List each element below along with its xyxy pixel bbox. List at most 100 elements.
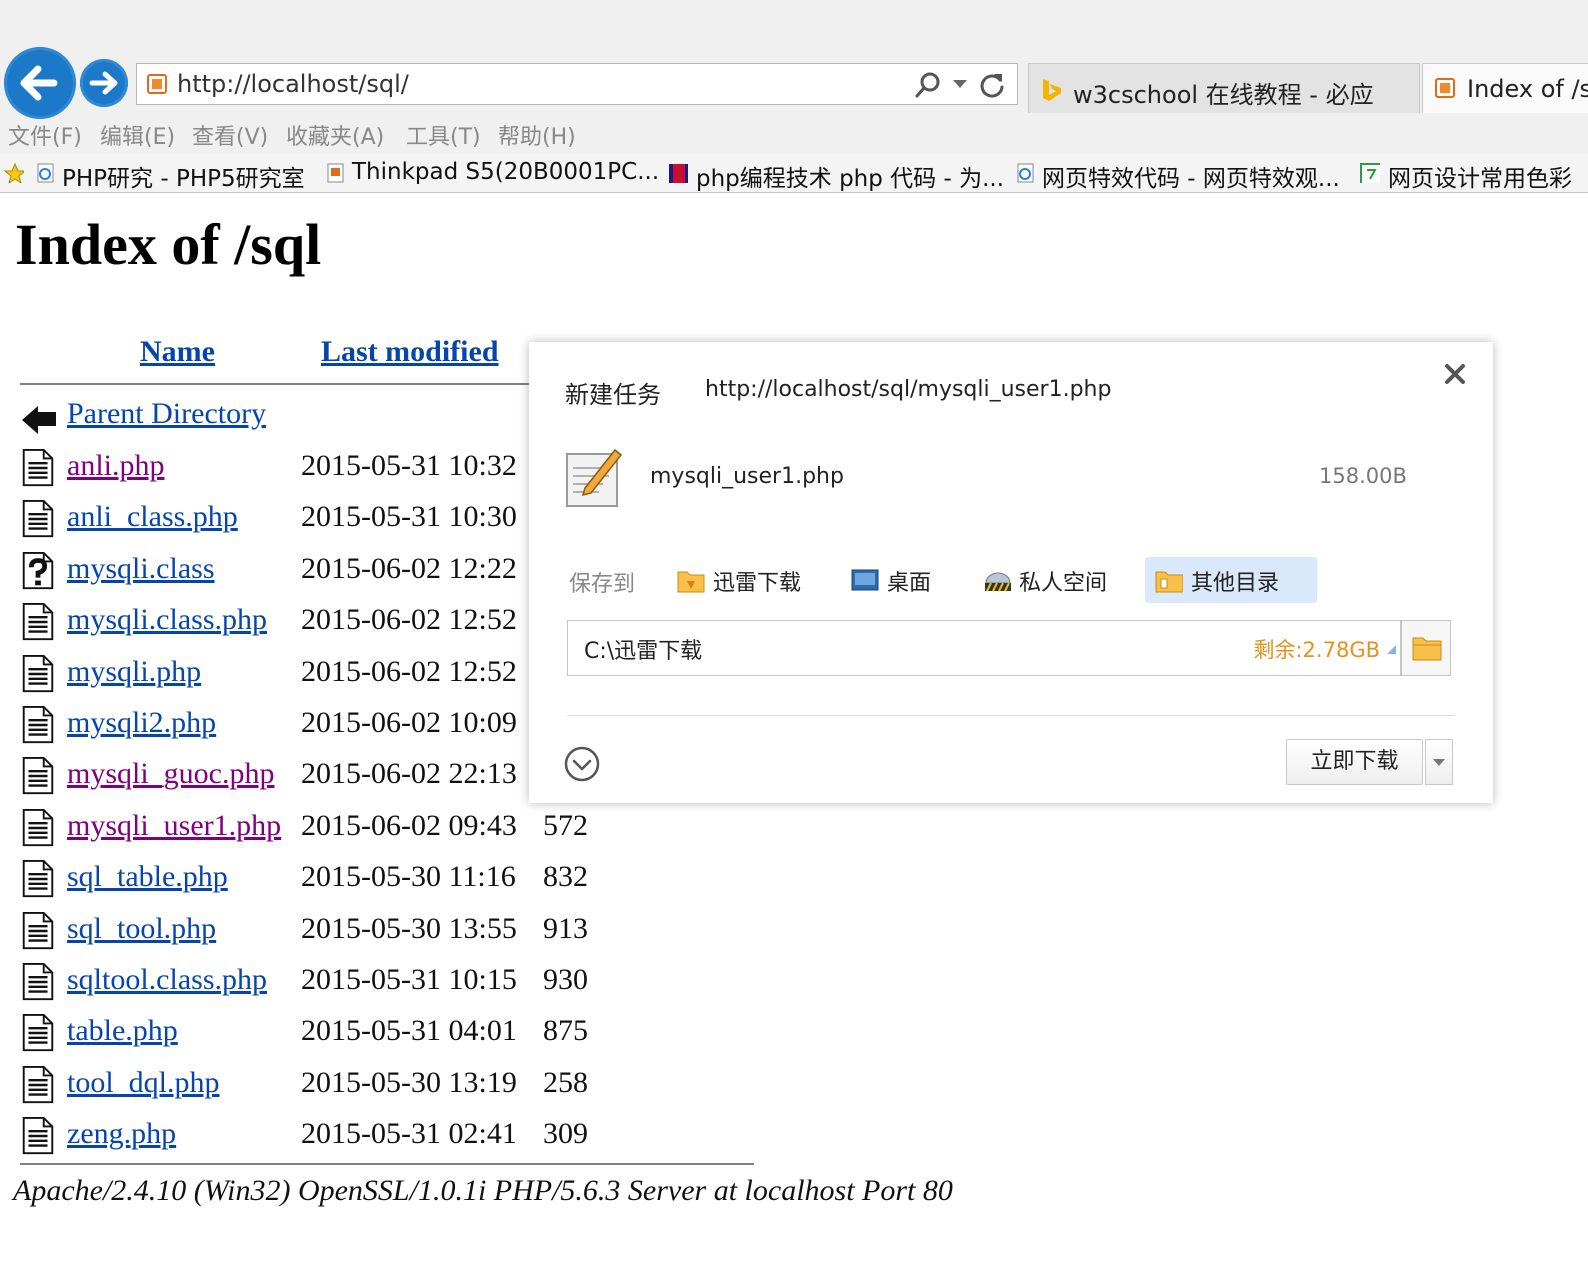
file-size: 309 — [543, 1117, 588, 1151]
file-name[interactable]: mysqli_user1.php — [650, 464, 844, 489]
expand-options-icon[interactable] — [563, 745, 601, 783]
text-file-icon — [22, 911, 54, 949]
browse-folder-button[interactable] — [1401, 620, 1451, 676]
menu-file[interactable]: 文件(F) — [8, 119, 82, 151]
file-link[interactable]: mysqli.php — [67, 655, 201, 689]
file-link[interactable]: table.php — [67, 1014, 178, 1048]
xampp-favicon-icon — [147, 74, 167, 94]
divider — [567, 715, 1455, 716]
file-modified: 2015-05-31 10:15 — [301, 963, 517, 996]
script-file-icon — [566, 448, 623, 507]
page-title: Index of /sql — [15, 212, 322, 277]
dialog-title: 新建任务 — [565, 381, 661, 409]
address-text[interactable]: http://localhost/sql/ — [177, 70, 409, 98]
back-arrow-icon — [22, 406, 56, 434]
text-file-icon — [22, 757, 54, 795]
destination-other-directory[interactable]: 其他目录 — [1145, 557, 1317, 603]
text-file-icon — [22, 808, 54, 846]
file-size: 913 — [543, 911, 588, 945]
favorites-bar: PHP研究 - PHP5研究室 Thinkpad S5(20B0001PC...… — [0, 153, 1588, 193]
ie-page-icon — [37, 163, 54, 183]
destination-label: 其他目录 — [1191, 571, 1280, 596]
file-modified: 2015-05-31 10:30 — [301, 500, 517, 534]
file-modified: 2015-06-02 12:52 — [301, 654, 517, 688]
file-link[interactable]: mysqli2.php — [67, 706, 216, 740]
text-file-icon — [22, 1117, 54, 1155]
destination-label: 私人空间 — [1019, 571, 1108, 596]
private-space-icon — [985, 572, 1011, 592]
save-path-field[interactable]: C:\迅雷下载 剩余:2.78GB — [567, 620, 1401, 676]
chevron-down-icon[interactable] — [953, 80, 967, 88]
browser-chrome: http://localhost/sql/ w3cschool 在线教程 - 必… — [0, 0, 1588, 193]
menu-help[interactable]: 帮助(H) — [498, 119, 576, 151]
tab-index-of-sql[interactable]: Index of /sql — [1422, 63, 1588, 113]
file-link[interactable]: anli.php — [67, 449, 165, 483]
forward-arrow-icon — [89, 71, 118, 95]
sort-by-modified-link[interactable]: Last modified — [321, 335, 499, 369]
tab-w3cschool[interactable]: w3cschool 在线教程 - 必应 — [1028, 63, 1420, 113]
file-modified: 2015-05-30 13:19 — [301, 1065, 517, 1099]
file-modified: 2015-06-02 09:43 — [301, 808, 517, 842]
file-modified: 2015-05-30 13:55 — [301, 911, 517, 945]
parent-directory-link[interactable]: Parent Directory — [67, 397, 266, 431]
file-size: 572 — [543, 808, 588, 842]
favorites-star-icon[interactable] — [4, 163, 24, 183]
file-link[interactable]: mysqli_guoc.php — [67, 757, 275, 791]
file-modified: 2015-06-02 22:13 — [301, 757, 517, 791]
favorite-link[interactable]: php编程技术 php 代码 - 为... — [696, 159, 1004, 192]
download-options-dropdown[interactable] — [1425, 739, 1453, 785]
text-file-icon — [22, 1065, 54, 1103]
menu-view[interactable]: 查看(V) — [192, 119, 268, 151]
destination-label: 迅雷下载 — [713, 571, 802, 596]
text-file-icon — [22, 448, 54, 487]
file-link[interactable]: sql_table.php — [67, 860, 228, 894]
search-icon[interactable] — [913, 70, 943, 100]
green-page-icon — [1360, 163, 1380, 183]
sort-by-name-link[interactable]: Name — [140, 335, 215, 369]
file-modified: 2015-05-30 11:16 — [301, 860, 516, 894]
address-bar[interactable]: http://localhost/sql/ — [136, 63, 1018, 105]
bing-icon — [1043, 79, 1061, 101]
folder-icon — [1155, 571, 1183, 593]
file-size: 258 — [543, 1065, 588, 1099]
file-link[interactable]: mysqli_user1.php — [67, 809, 281, 843]
menu-edit[interactable]: 编辑(E) — [100, 119, 175, 151]
back-button[interactable] — [4, 47, 76, 119]
file-link[interactable]: sql_tool.php — [67, 912, 216, 946]
file-link[interactable]: sqltool.class.php — [67, 963, 267, 997]
close-icon[interactable] — [1441, 360, 1469, 388]
file-modified: 2015-05-31 04:01 — [301, 1014, 517, 1048]
file-size: 832 — [543, 860, 588, 894]
menu-tools[interactable]: 工具(T) — [406, 119, 481, 151]
destination-private-space[interactable]: 私人空间 — [973, 557, 1133, 603]
destination-desktop[interactable]: 桌面 — [841, 557, 951, 603]
menu-favorites[interactable]: 收藏夹(A) — [286, 119, 384, 151]
favorite-link[interactable]: PHP研究 - PHP5研究室 — [62, 159, 305, 192]
refresh-icon[interactable] — [977, 70, 1007, 100]
download-url: http://localhost/sql/mysqli_user1.php — [705, 377, 1112, 402]
new-download-task-dialog: 新建任务 http://localhost/sql/mysqli_user1.p… — [529, 342, 1493, 803]
xampp-icon — [1435, 78, 1455, 98]
file-size: 875 — [543, 1014, 588, 1048]
favorite-link[interactable]: 网页设计常用色彩 — [1388, 159, 1572, 192]
file-link[interactable]: mysqli.class — [67, 552, 215, 586]
text-file-icon — [22, 603, 54, 641]
file-modified: 2015-05-31 02:41 — [301, 1117, 517, 1151]
file-link[interactable]: mysqli.class.php — [67, 603, 267, 637]
file-link[interactable]: anli_class.php — [67, 500, 238, 534]
favorite-link[interactable]: Thinkpad S5(20B0001PC... — [352, 159, 659, 185]
file-link[interactable]: zeng.php — [67, 1117, 176, 1151]
save-path-value[interactable]: C:\迅雷下载 — [584, 633, 702, 665]
file-link[interactable]: tool_dql.php — [67, 1066, 220, 1100]
forward-button[interactable] — [80, 59, 128, 107]
corner-triangle-icon — [1387, 645, 1396, 654]
destination-xunlei-download[interactable]: 迅雷下载 — [667, 557, 825, 603]
text-file-icon — [22, 1014, 54, 1052]
file-modified: 2015-06-02 12:52 — [301, 603, 517, 637]
download-now-button[interactable]: 立即下载 — [1286, 739, 1423, 785]
favorite-link[interactable]: 网页特效代码 - 网页特效观... — [1042, 159, 1340, 192]
server-signature: Apache/2.4.10 (Win32) OpenSSL/1.0.1i PHP… — [13, 1174, 953, 1207]
text-file-icon — [22, 962, 54, 1001]
xunlei-folder-icon — [677, 571, 705, 593]
file-size: 158.00B — [1319, 464, 1407, 488]
